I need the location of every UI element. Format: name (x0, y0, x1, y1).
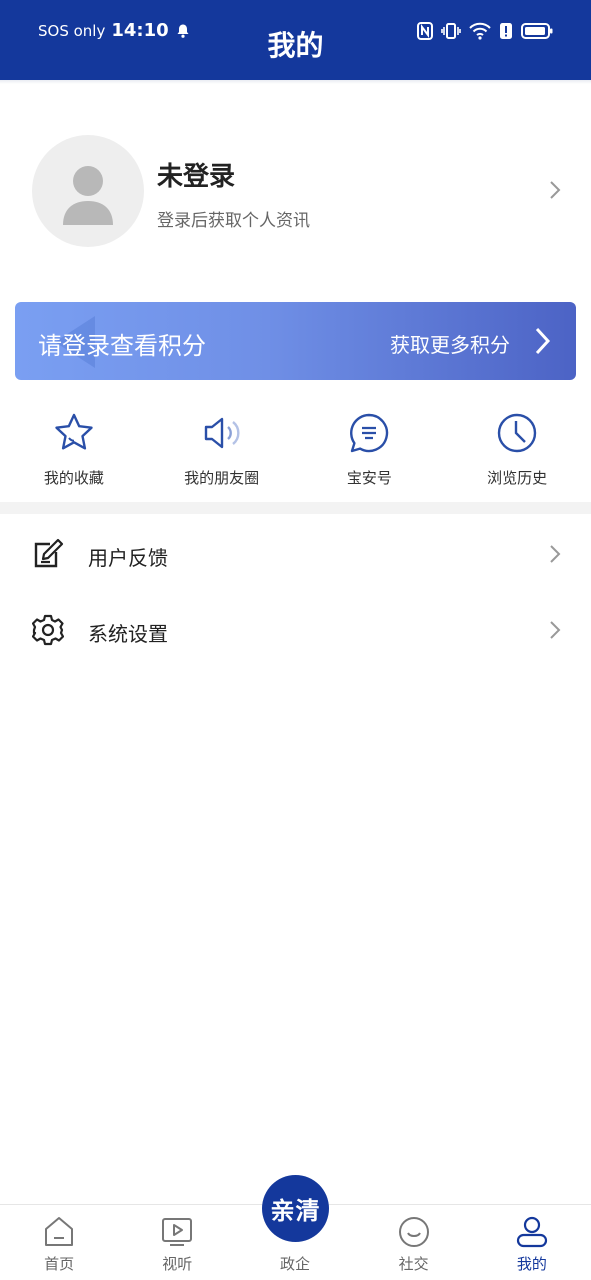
action-moments[interactable]: 我的朋友圈 (148, 405, 296, 495)
gear-icon (32, 614, 64, 646)
action-label: 我的朋友圈 (184, 469, 260, 487)
nav-label: 首页 (44, 1255, 75, 1273)
nav-label: 我的 (516, 1255, 547, 1273)
action-label: 浏览历史 (487, 469, 548, 487)
status-bar-right (417, 22, 553, 40)
top-bar: SOS only 14:10 我的 (0, 0, 591, 80)
nav-item-mine[interactable]: 我的 (473, 1205, 591, 1280)
nav-label: 政企 (279, 1255, 310, 1273)
clock-icon (497, 413, 537, 453)
nav-label: 视听 (162, 1255, 193, 1273)
star-icon (55, 413, 93, 450)
vibrate-icon (441, 23, 461, 39)
action-label: 我的收藏 (43, 469, 104, 487)
action-favorites[interactable]: 我的收藏 (0, 405, 148, 495)
action-baoan-account[interactable]: 宝安号 (296, 405, 444, 495)
menu-label: 系统设置 (88, 622, 168, 646)
nav-label: 社交 (398, 1255, 429, 1273)
chevron-right-icon[interactable] (549, 180, 561, 200)
user-icon (516, 1216, 547, 1248)
nav-item-home[interactable]: 首页 (0, 1205, 118, 1280)
top-bar-shadow (0, 80, 591, 84)
home-icon (45, 1217, 74, 1246)
action-label: 宝安号 (346, 469, 392, 487)
quick-actions: 我的收藏 我的朋友圈 宝安号 浏览历史 (0, 405, 591, 495)
menu-item-settings[interactable]: 系统设置 (0, 594, 591, 664)
play-icon (162, 1218, 193, 1246)
action-history[interactable]: 浏览历史 (443, 405, 591, 495)
chevron-right-icon[interactable] (534, 326, 552, 356)
chevron-right-icon[interactable] (549, 620, 561, 640)
speaker-icon (204, 417, 240, 449)
menu-label: 用户反馈 (88, 546, 168, 570)
chevron-right-icon[interactable] (549, 544, 561, 564)
smile-icon (398, 1217, 429, 1247)
nav-item-media[interactable]: 视听 (118, 1205, 236, 1280)
wifi-icon (469, 22, 491, 40)
menu-item-feedback[interactable]: 用户反馈 (0, 518, 591, 588)
battery-icon (521, 23, 553, 39)
center-badge-button[interactable]: 亲清 (262, 1175, 329, 1242)
points-more-link[interactable]: 获取更多积分 (390, 329, 510, 358)
avatar-placeholder-icon (63, 166, 113, 225)
points-banner[interactable]: 请登录查看积分 获取更多积分 (15, 302, 576, 380)
nav-item-social[interactable]: 社交 (355, 1205, 473, 1280)
chat-icon (350, 413, 389, 453)
alert-icon (500, 23, 512, 39)
edit-icon (34, 538, 64, 568)
profile-name[interactable]: 未登录 (157, 156, 235, 193)
profile-card[interactable]: 未登录 登录后获取个人资讯 (0, 130, 591, 250)
section-divider (0, 502, 591, 514)
avatar[interactable] (32, 135, 144, 247)
profile-subtitle: 登录后获取个人资讯 (157, 211, 310, 231)
nfc-icon (417, 22, 433, 40)
points-login-text[interactable]: 请登录查看积分 (38, 326, 206, 361)
